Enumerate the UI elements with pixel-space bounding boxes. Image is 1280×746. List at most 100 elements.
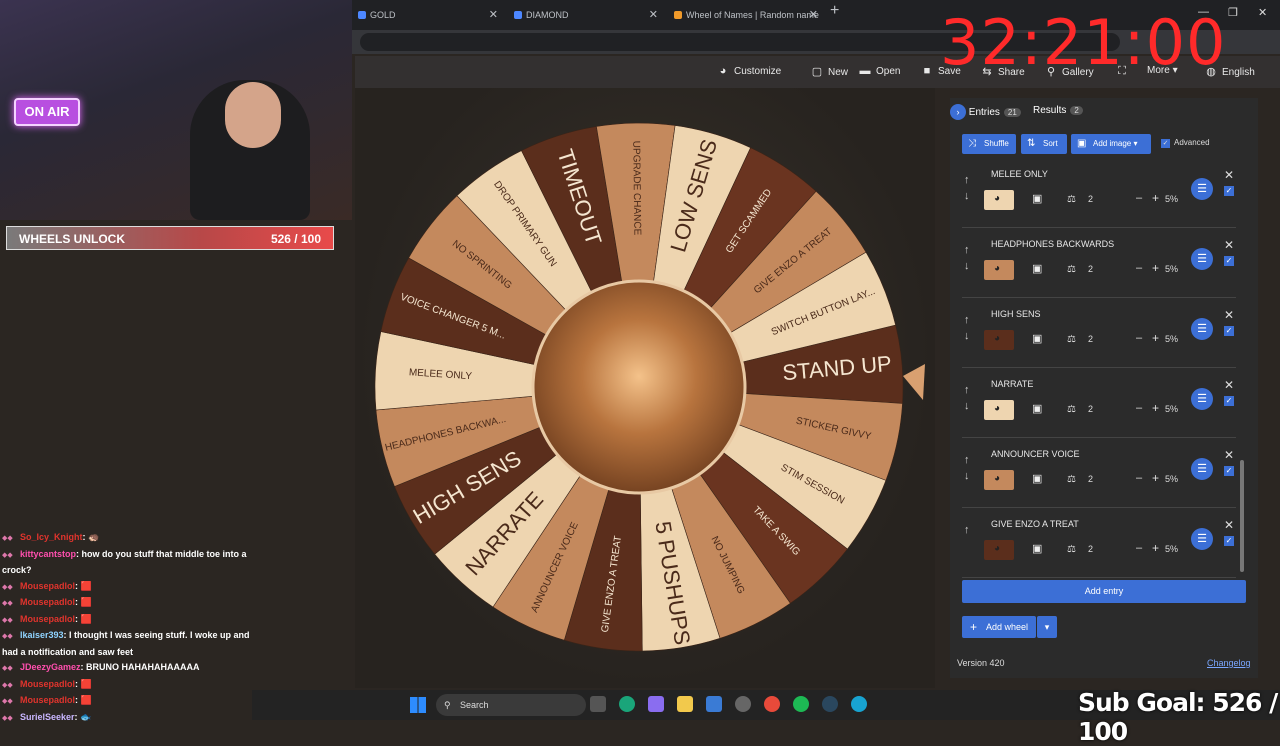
decrement-button[interactable]: –	[1136, 332, 1142, 344]
entry-name[interactable]: GIVE ENZO A TREAT	[991, 519, 1079, 529]
move-down-icon[interactable]: ↓	[964, 190, 970, 202]
entry-settings-button[interactable]: ☰	[1191, 318, 1213, 340]
entry-weight-value[interactable]: 2	[1088, 474, 1093, 484]
entry-color-swatch[interactable]: ◕	[984, 260, 1014, 280]
entry-settings-button[interactable]: ☰	[1191, 528, 1213, 550]
edge-icon[interactable]	[619, 696, 635, 712]
entry-image-icon[interactable]: ▣	[1032, 192, 1042, 205]
changelog-link[interactable]: Changelog	[1207, 658, 1251, 668]
entry-image-icon[interactable]: ▣	[1032, 402, 1042, 415]
entry-image-icon[interactable]: ▣	[1032, 332, 1042, 345]
move-down-icon[interactable]: ↓	[964, 260, 970, 272]
chat-username[interactable]: So_Icy_Knight	[20, 532, 83, 542]
increment-button[interactable]: +	[1152, 541, 1159, 555]
delete-entry-icon[interactable]: ✕	[1224, 448, 1234, 462]
chat-username[interactable]: lkaiser393	[20, 630, 64, 640]
delete-entry-icon[interactable]: ✕	[1224, 378, 1234, 392]
entry-enabled-checkbox[interactable]: ✓	[1224, 396, 1234, 406]
entry-enabled-checkbox[interactable]: ✓	[1224, 536, 1234, 546]
entry-name[interactable]: MELEE ONLY	[991, 169, 1048, 179]
add-wheel-dropdown[interactable]: ▾	[1037, 616, 1057, 638]
move-up-icon[interactable]: ↑	[964, 454, 970, 466]
chat-username[interactable]: Mousepadlol	[20, 679, 75, 689]
entry-weight-value[interactable]: 2	[1088, 264, 1093, 274]
decrement-button[interactable]: –	[1136, 262, 1142, 274]
entry-image-icon[interactable]: ▣	[1032, 542, 1042, 555]
file-explorer-icon[interactable]	[677, 696, 693, 712]
entry-settings-button[interactable]: ☰	[1191, 178, 1213, 200]
close-window-icon[interactable]: ✕	[1258, 6, 1267, 19]
browser-tab-diamond[interactable]: DIAMOND ✕	[512, 4, 662, 26]
entry-color-swatch[interactable]: ◕	[984, 400, 1014, 420]
entry-name[interactable]: NARRATE	[991, 379, 1033, 389]
decrement-button[interactable]: –	[1136, 472, 1142, 484]
shuffle-button[interactable]: ⤨ Shuffle	[962, 134, 1016, 154]
chat-username[interactable]: SurielSeeker	[20, 712, 75, 722]
panel-scrollbar[interactable]	[1240, 460, 1244, 572]
entry-weight-value[interactable]: 2	[1088, 194, 1093, 204]
move-up-icon[interactable]: ↑	[964, 244, 970, 256]
chat-username[interactable]: Mousepadlol	[20, 695, 75, 705]
entry-settings-button[interactable]: ☰	[1191, 248, 1213, 270]
entry-enabled-checkbox[interactable]: ✓	[1224, 326, 1234, 336]
move-up-icon[interactable]: ↑	[964, 314, 970, 326]
move-up-icon[interactable]: ↑	[964, 524, 970, 536]
entry-image-icon[interactable]: ▣	[1032, 472, 1042, 485]
store-icon[interactable]	[706, 696, 722, 712]
entry-settings-button[interactable]: ☰	[1191, 458, 1213, 480]
move-down-icon[interactable]: ↓	[964, 470, 970, 482]
task-view-icon[interactable]	[590, 696, 606, 712]
close-tab-icon[interactable]: ✕	[489, 4, 498, 26]
chat-username[interactable]: Mousepadlol	[20, 614, 75, 624]
xbox-icon[interactable]	[735, 696, 751, 712]
sort-button[interactable]: ⇅ Sort	[1021, 134, 1067, 154]
chat-username[interactable]: Mousepadlol	[20, 581, 75, 591]
decrement-button[interactable]: –	[1136, 192, 1142, 204]
add-entry-button[interactable]: Add entry	[962, 580, 1246, 603]
edge-active-icon[interactable]	[851, 696, 867, 712]
maximize-icon[interactable]: ❐	[1228, 6, 1238, 19]
entry-enabled-checkbox[interactable]: ✓	[1224, 256, 1234, 266]
open-button[interactable]: ▬ Open	[859, 65, 901, 77]
windows-start-icon[interactable]	[410, 697, 426, 713]
delete-entry-icon[interactable]: ✕	[1224, 238, 1234, 252]
customize-button[interactable]: ◕ Customize	[717, 65, 782, 77]
taskbar-search[interactable]: ⚲ Search	[436, 694, 586, 716]
move-up-icon[interactable]: ↑	[964, 174, 970, 186]
entry-color-swatch[interactable]: ◕	[984, 470, 1014, 490]
entry-image-icon[interactable]: ▣	[1032, 262, 1042, 275]
increment-button[interactable]: +	[1152, 191, 1159, 205]
add-image-button[interactable]: ▣ Add image ▾	[1071, 134, 1151, 154]
decrement-button[interactable]: –	[1136, 402, 1142, 414]
increment-button[interactable]: +	[1152, 401, 1159, 415]
delete-entry-icon[interactable]: ✕	[1224, 168, 1234, 182]
steam-icon[interactable]	[822, 696, 838, 712]
wheel-hub[interactable]	[531, 279, 747, 495]
chat-username[interactable]: Mousepadlol	[20, 597, 75, 607]
increment-button[interactable]: +	[1152, 331, 1159, 345]
new-tab-icon[interactable]: +	[830, 2, 839, 20]
new-button[interactable]: ▢ New	[811, 65, 848, 78]
close-tab-icon[interactable]: ✕	[809, 4, 818, 26]
chrome-icon[interactable]	[764, 696, 780, 712]
delete-entry-icon[interactable]: ✕	[1224, 518, 1234, 532]
entry-settings-button[interactable]: ☰	[1191, 388, 1213, 410]
wheel[interactable]: STAND UPSTICKER GIVVYSTIM SESSIONTAKE A …	[355, 88, 935, 688]
tab-entries[interactable]: › Entries 21	[950, 104, 1021, 120]
move-down-icon[interactable]: ↓	[964, 400, 970, 412]
entry-color-swatch[interactable]: ◕	[984, 330, 1014, 350]
entry-enabled-checkbox[interactable]: ✓	[1224, 466, 1234, 476]
entry-name[interactable]: HEADPHONES BACKWARDS	[991, 239, 1114, 249]
increment-button[interactable]: +	[1152, 471, 1159, 485]
entry-weight-value[interactable]: 2	[1088, 404, 1093, 414]
entry-color-swatch[interactable]: ◕	[984, 540, 1014, 560]
browser-tab-wheel-of-names[interactable]: Wheel of Names | Random name ✕	[672, 4, 822, 26]
entry-name[interactable]: ANNOUNCER VOICE	[991, 449, 1080, 459]
close-tab-icon[interactable]: ✕	[649, 4, 658, 26]
entry-enabled-checkbox[interactable]: ✓	[1224, 186, 1234, 196]
delete-entry-icon[interactable]: ✕	[1224, 308, 1234, 322]
chat-username[interactable]: kittycantstop	[20, 549, 76, 559]
entry-name[interactable]: HIGH SENS	[991, 309, 1041, 319]
copilot-icon[interactable]	[648, 696, 664, 712]
tab-results[interactable]: Results 2	[1033, 105, 1083, 116]
